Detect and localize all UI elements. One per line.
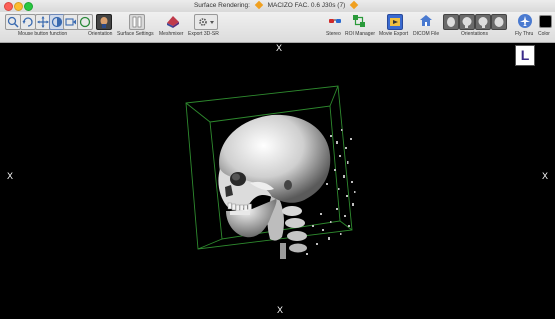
roi-manager-button[interactable]: ROI Manager <box>345 12 375 42</box>
orientations-label: Orientations <box>461 31 488 37</box>
meshmixer-icon <box>166 14 180 28</box>
orientations-group: Orientations <box>443 12 507 42</box>
export-3d-sr-label: Export 3D-SR <box>188 31 219 37</box>
fly-thru-label: Fly Thru <box>515 31 534 37</box>
head-top-icon[interactable] <box>491 14 507 30</box>
surface-settings-label: Surface Settings <box>117 31 154 37</box>
file-icon <box>254 0 264 10</box>
dicom-file-icon <box>419 14 433 28</box>
export-3d-sr-button[interactable]: Export 3D-SR <box>188 12 222 42</box>
head-back-icon[interactable] <box>475 14 491 30</box>
color-label: Color <box>538 31 550 37</box>
window-title-left: Surface Rendering: <box>193 2 250 9</box>
orientation-label: Orientation <box>88 31 113 37</box>
zoom-tool-icon[interactable] <box>5 14 21 30</box>
dicom-file-label: DICOM File <box>413 31 440 37</box>
orientation-letter-box: L <box>515 45 535 66</box>
render-viewport[interactable]: X X X X L <box>0 43 555 319</box>
rotate-tool-icon[interactable] <box>20 14 36 30</box>
movie-export-label: Movie Export <box>379 31 409 37</box>
airplane-icon <box>518 14 532 28</box>
crop-tool-icon[interactable] <box>77 14 93 30</box>
head-side-icon[interactable] <box>459 14 475 30</box>
mouse-function-label: Mouse button function <box>18 31 68 37</box>
stereo-glasses-icon <box>328 14 342 28</box>
orientation-button[interactable]: Orientation <box>88 12 116 42</box>
roi-manager-label: ROI Manager <box>345 31 376 37</box>
toolbar: Mouse button function Orientation Surfac… <box>0 12 555 43</box>
color-swatch-icon <box>539 15 552 28</box>
window-title-right: MACIZO FAC. 0.6 J30s (7) <box>267 2 346 9</box>
surface-settings-icon <box>129 14 145 30</box>
color-button[interactable]: Color <box>538 12 554 42</box>
orientation-icon <box>96 14 112 30</box>
stereo-button[interactable]: Stereo <box>326 12 343 42</box>
head-front-icon[interactable] <box>443 14 459 30</box>
movie-export-icon <box>387 14 403 30</box>
dicom-file-button[interactable]: DICOM File <box>413 12 440 42</box>
window-title: Surface Rendering: MACIZO FAC. 0.6 J30s … <box>0 0 555 12</box>
meshmixer-label: Meshmixer <box>159 31 184 37</box>
fly-thru-button[interactable]: Fly Thru <box>515 12 536 42</box>
stereo-label: Stereo <box>326 31 341 37</box>
movie-export-button[interactable]: Movie Export <box>379 12 408 42</box>
file-icon <box>349 0 359 10</box>
meshmixer-button[interactable]: Meshmixer <box>159 12 185 42</box>
mouse-function-group: Mouse button function <box>4 12 93 42</box>
roi-manager-icon <box>352 14 366 28</box>
skull-3d-rendering <box>185 85 356 259</box>
surface-settings-button[interactable]: Surface Settings <box>117 12 154 42</box>
gear-icon <box>194 14 218 30</box>
